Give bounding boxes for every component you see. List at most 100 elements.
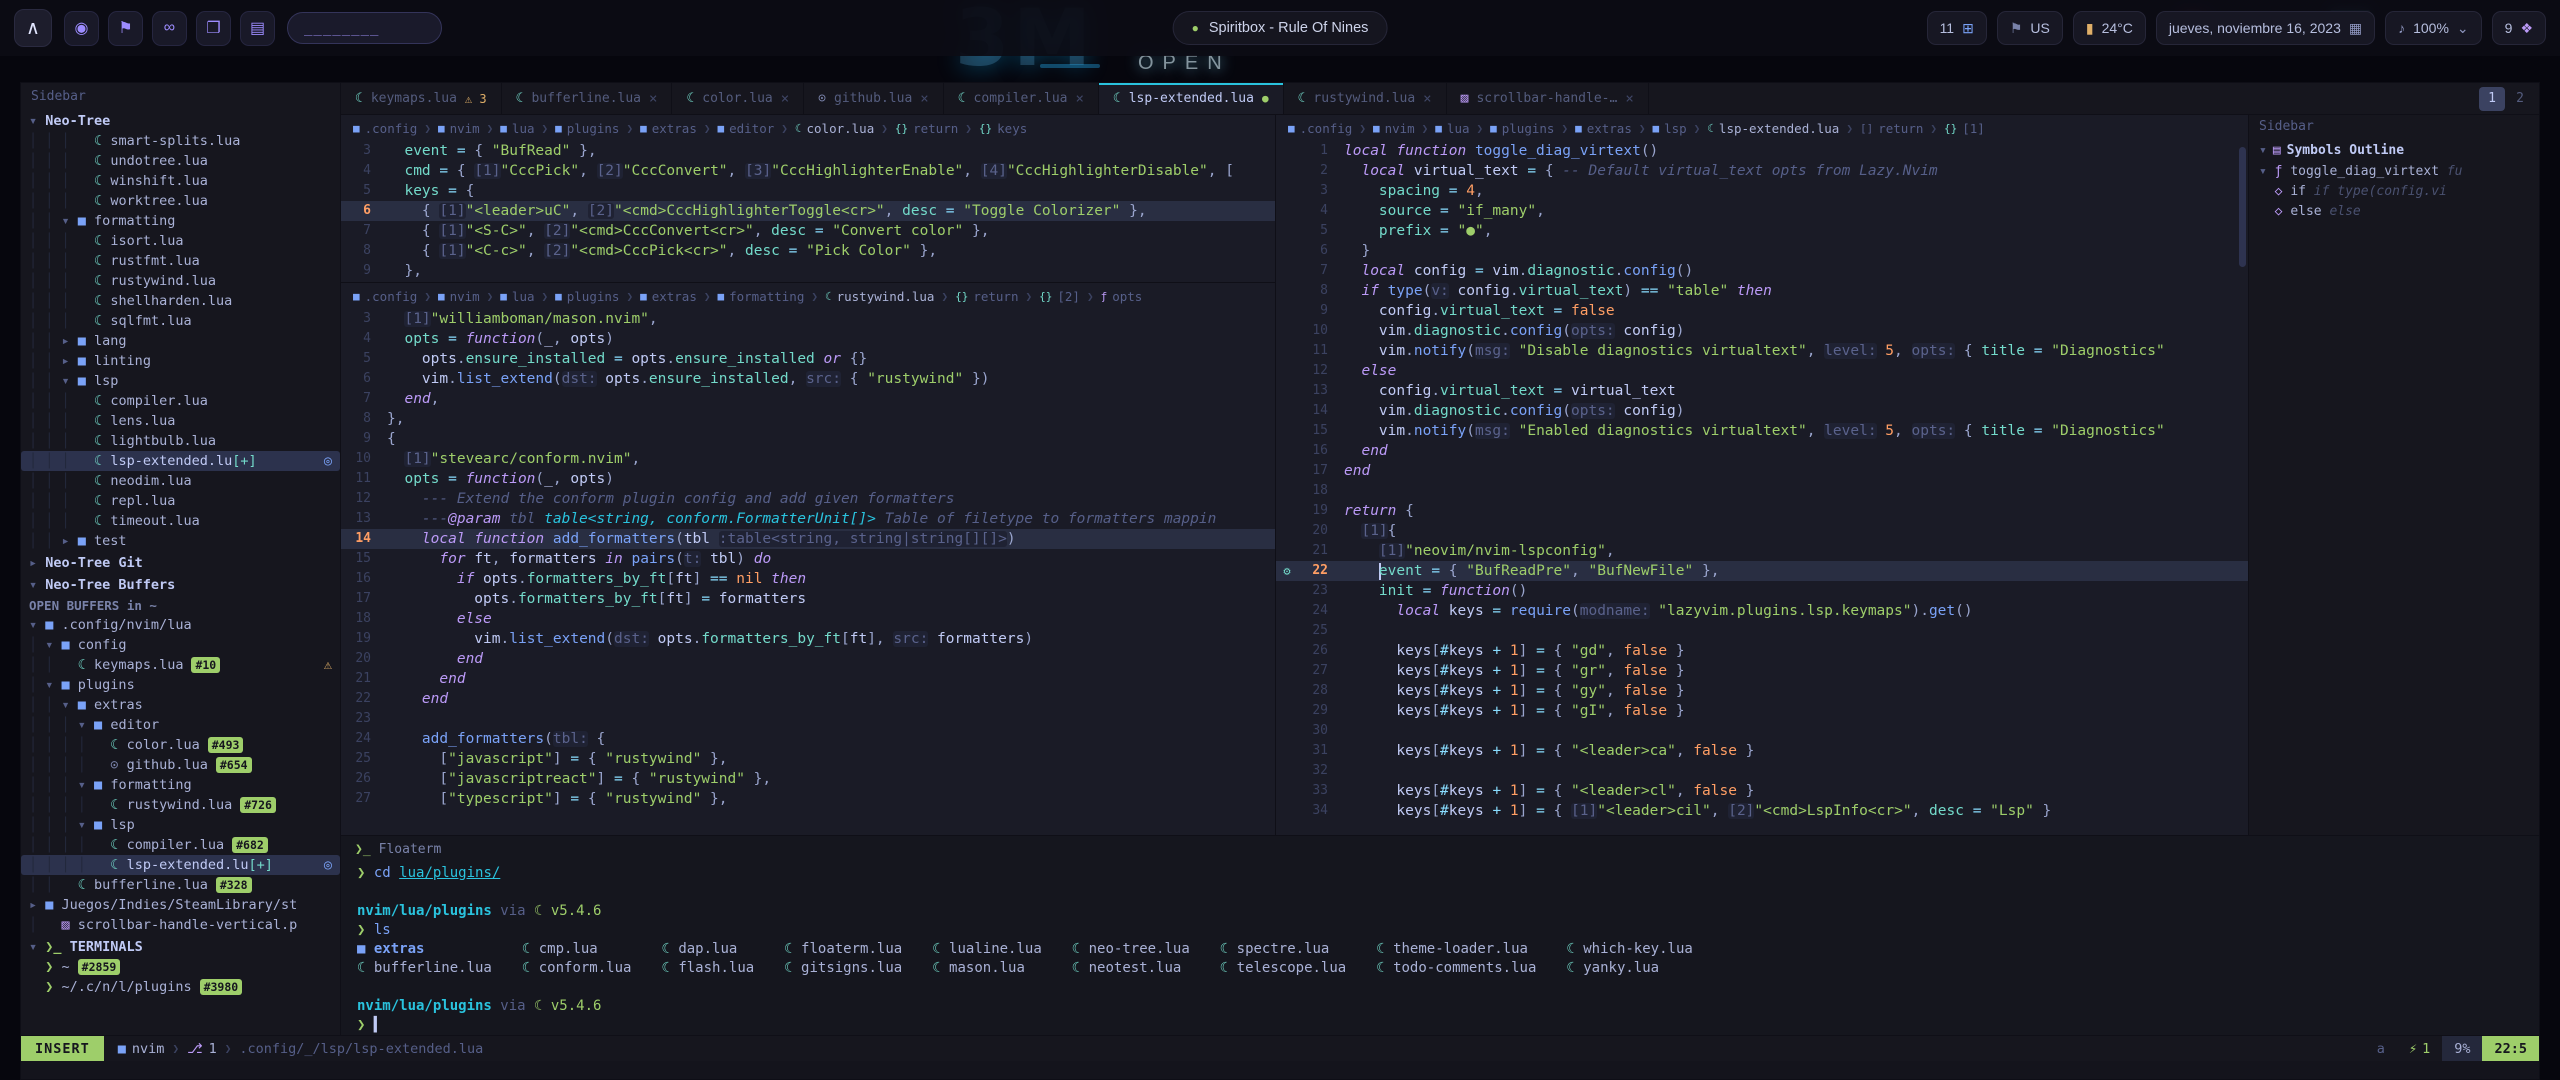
tree-file-isort-lua[interactable]: │ │ │ ☾ isort.lua [21,231,340,251]
code-line-17[interactable]: 17end [1276,461,2248,481]
code-line-4[interactable]: 4 opts = function(_, opts) [341,329,1275,349]
code-line-14[interactable]: 14 vim.diagnostic.config(opts: config) [1276,401,2248,421]
keyboard-layout-widget[interactable]: ⚑ US [1997,11,2063,45]
code-line-6[interactable]: 6 vim.list_extend(dst: opts.ensure_insta… [341,369,1275,389]
code-line-16[interactable]: 16 end [1276,441,2248,461]
tab-compiler-lua[interactable]: ☾compiler.lua× [944,83,1099,114]
code-line-25[interactable]: 25 ["javascript"] = { "rustywind" }, [341,749,1275,769]
code-line-3[interactable]: 3 [1]"williamboman/mason.nvim", [341,309,1275,329]
code-line-3[interactable]: 3 event = { "BufRead" }, [341,141,1275,161]
tree-folder-extras[interactable]: │ │ ▾ ■ extras [21,695,340,715]
tree-folder-plugins[interactable]: │ ▾ ■ plugins [21,675,340,695]
statusline-1[interactable]: ⚡1 [2397,1036,2442,1061]
tree-file-github-lua[interactable]: │ │ │ │ ⊙ github.lua#654 [21,755,340,775]
code-line-1[interactable]: 1local function toggle_diag_virtext() [1276,141,2248,161]
tree-folder-lsp[interactable]: │ │ ▾ ■ lsp [21,371,340,391]
tree-folder-formatting[interactable]: │ │ │ ▾ ■ formatting [21,775,340,795]
tree-file-rustywind-lua[interactable]: │ │ │ │ ☾ rustywind.lua#726 [21,795,340,815]
code-line-30[interactable]: 30 [1276,721,2248,741]
statusline-config-lsp-lsp-extended-lua[interactable]: .config/_/lsp/lsp-extended.lua [231,1041,491,1057]
tree-file-compiler-lua[interactable]: │ │ │ │ ☾ compiler.lua#682 [21,835,340,855]
close-icon[interactable]: × [1625,91,1633,107]
floaterm-panel[interactable]: ❯_ Floaterm ❯ cd lua/plugins/ nvim/lua/p… [341,835,2539,1035]
code-buffer[interactable]: 1local function toggle_diag_virtext() 2 … [1276,141,2248,821]
tree-file-undotree-lua[interactable]: │ │ │ ☾ undotree.lua [21,151,340,171]
code-line-4[interactable]: 4 cmd = { [1]"CccPick", [2]"CccConvert",… [341,161,1275,181]
code-line-12[interactable]: 12 --- Extend the conform plugin config … [341,489,1275,509]
copy-windows-button[interactable]: ❐ [196,11,231,46]
breadcrumb-item-editor[interactable]: ■editor [717,121,774,136]
file-entry-which-key-lua[interactable]: ☾ which-key.lua [1566,940,1692,959]
editor-window-rustywind-lua[interactable]: ■.config❯■nvim❯■lua❯■plugins❯■extras❯■fo… [341,283,1275,835]
code-line-9[interactable]: 9 config.virtual_text = false [1276,301,2248,321]
breadcrumb-item-extras[interactable]: ■extras [640,121,697,136]
code-line-20[interactable]: 20 [1]{ [1276,521,2248,541]
tree-file-compiler-lua[interactable]: │ │ │ ☾ compiler.lua [21,391,340,411]
volume-widget[interactable]: ♪ 100% ⌄ [2385,11,2482,45]
breadcrumb-item-plugins[interactable]: ■plugins [555,289,619,304]
tree-file-item[interactable]: ❯ ~#2859 [21,957,340,977]
workspace-search-input[interactable]: ________ [287,12,442,44]
code-line-8[interactable]: 8}, [341,409,1275,429]
breadcrumb-item-lsp-extended-lua[interactable]: ☾lsp-extended.lua [1707,121,1839,136]
code-line-7[interactable]: 7 local config = vim.diagnostic.config() [1276,261,2248,281]
tree-file-lens-lua[interactable]: │ │ │ ☾ lens.lua [21,411,340,431]
breadcrumb-item-opts[interactable]: ƒopts [1101,289,1143,304]
code-line-23[interactable]: 23 [341,709,1275,729]
tree-file-bufferline-lua[interactable]: │ │ ☾ bufferline.lua#328 [21,875,340,895]
code-line-5[interactable]: 5 keys = { [341,181,1275,201]
file-entry-dap-lua[interactable]: ☾ dap.lua [661,940,754,959]
tree-file-scrollbar-handle-vertical-p[interactable]: │ ▨ scrollbar-handle-vertical.p [21,915,340,935]
launcher-button[interactable]: ∧ [14,9,52,47]
dir-entry-extras[interactable]: ■ extras [357,940,492,959]
tab-github-lua[interactable]: ⊙github.lua× [804,83,944,114]
breadcrumb-item-config[interactable]: ■.config [353,121,417,136]
code-line-17[interactable]: 17 opts.formatters_by_ft[ft] = formatter… [341,589,1275,609]
tree-folder-editor[interactable]: │ │ │ ▾ ■ editor [21,715,340,735]
statusline-9[interactable]: 9% [2442,1036,2482,1061]
breadcrumb-item-config[interactable]: ■.config [1288,121,1352,136]
file-entry-neotest-lua[interactable]: ☾ neotest.lua [1072,959,1190,978]
weather-widget[interactable]: ▮ 24°C [2073,11,2146,45]
tree-file-neodim-lua[interactable]: │ │ │ ☾ neodim.lua [21,471,340,491]
statusline-nvim[interactable]: ■nvim [110,1041,173,1057]
neotree-section-terminals[interactable]: ▾ ❯_ TERMINALS [21,937,340,957]
close-icon[interactable]: × [1075,91,1083,107]
tree-file-winshift-lua[interactable]: │ │ │ ☾ winshift.lua [21,171,340,191]
code-line-5[interactable]: 5 opts.ensure_installed = opts.ensure_in… [341,349,1275,369]
code-line-24[interactable]: 24 add_formatters(tbl: { [341,729,1275,749]
statusline-a[interactable]: a [2365,1036,2397,1061]
code-line-27[interactable]: 27 ["typescript"] = { "rustywind" }, [341,789,1275,809]
record-button[interactable]: ◉ [64,11,99,46]
tree-file-repl-lua[interactable]: │ │ │ ☾ repl.lua [21,491,340,511]
tab-keymaps-lua[interactable]: ☾keymaps.lua⚠ 3 [341,83,502,114]
tab-lsp-extended-lua[interactable]: ☾lsp-extended.lua● [1099,83,1284,114]
tab-color-lua[interactable]: ☾color.lua× [672,83,804,114]
code-line-23[interactable]: 23 init = function() [1276,581,2248,601]
code-line-7[interactable]: 7 end, [341,389,1275,409]
code-line-14[interactable]: 14 local function add_formatters(tbl :ta… [341,529,1275,549]
close-icon[interactable]: × [649,91,657,107]
tree-file-shellharden-lua[interactable]: │ │ │ ☾ shellharden.lua [21,291,340,311]
code-line-26[interactable]: 26 keys[#keys + 1] = { "gd", false } [1276,641,2248,661]
file-entry-theme-loader-lua[interactable]: ☾ theme-loader.lua [1376,940,1536,959]
code-buffer[interactable]: 3 [1]"williamboman/mason.nvim",4 opts = … [341,309,1275,809]
code-line-8[interactable]: 8 if type(v: config.virtual_text) == "ta… [1276,281,2248,301]
tree-folder-juegos-indies-steamlibrary-st[interactable]: ▸ ■ Juegos/Indies/SteamLibrary/st [21,895,340,915]
code-line-34[interactable]: 34 keys[#keys + 1] = { [1]"<leader>cil",… [1276,801,2248,821]
tree-folder-linting[interactable]: │ │ ▸ ■ linting [21,351,340,371]
breadcrumb-item-return[interactable]: {}return [955,289,1018,304]
tabpage-1[interactable]: 1 [2479,87,2505,111]
tree-file-sqlfmt-lua[interactable]: │ │ │ ☾ sqlfmt.lua [21,311,340,331]
tree-folder-lang[interactable]: │ │ ▸ ■ lang [21,331,340,351]
code-line-6[interactable]: 6 } [1276,241,2248,261]
file-entry-yanky-lua[interactable]: ☾ yanky.lua [1566,959,1692,978]
statusline-22-5[interactable]: 22:5 [2482,1036,2539,1061]
code-line-26[interactable]: 26 ["javascriptreact"] = { "rustywind" }… [341,769,1275,789]
code-buffer[interactable]: 3 event = { "BufRead" },4 cmd = { [1]"Cc… [341,141,1275,281]
close-icon[interactable]: × [781,91,789,107]
tree-file-rustfmt-lua[interactable]: │ │ │ ☾ rustfmt.lua [21,251,340,271]
now-playing-widget[interactable]: ● Spiritbox - Rule Of Nines [1173,11,1388,45]
breadcrumb-item-lua[interactable]: ■lua [500,121,534,136]
breadcrumb-item-plugins[interactable]: ■plugins [555,121,619,136]
